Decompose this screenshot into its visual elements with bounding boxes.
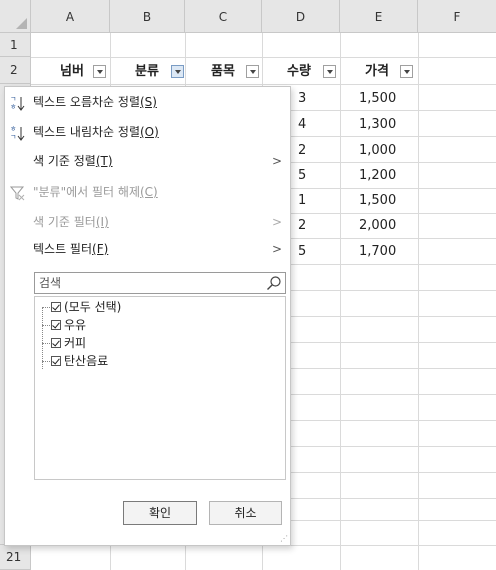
price-cell[interactable]: 1,000: [359, 139, 396, 162]
filter-values-list[interactable]: (모두 선택) 우유 커피 탄산음료: [34, 296, 286, 480]
svg-text:ㅎ: ㅎ: [10, 125, 16, 133]
filter-option-select-all[interactable]: (모두 선택): [51, 298, 121, 316]
tree-connector: [42, 307, 50, 308]
price-cell[interactable]: 1,500: [359, 189, 396, 212]
autofilter-dropdown-menu: ㄱㅎ 텍스트 오름차순 정렬(S) ㅎㄱ 텍스트 내림차순 정렬(O) 색 기준…: [4, 86, 291, 546]
quantity-cell[interactable]: 4: [298, 113, 306, 136]
clear-filter-icon: [9, 179, 26, 205]
menu-item-sort-descending[interactable]: ㅎㄱ 텍스트 내림차순 정렬(O): [5, 119, 290, 145]
column-header-b[interactable]: B: [110, 0, 185, 33]
svg-text:ㄱ: ㄱ: [10, 95, 16, 103]
filter-dropdown-button-a[interactable]: [93, 65, 106, 78]
price-cell[interactable]: 2,000: [359, 214, 396, 237]
row-header-2[interactable]: 2: [0, 57, 31, 84]
column-header-d[interactable]: D: [262, 0, 340, 33]
gridline: [31, 84, 496, 85]
quantity-cell[interactable]: 2: [298, 139, 306, 162]
search-icon: [266, 275, 282, 291]
svg-text:ㅎ: ㅎ: [10, 103, 16, 111]
column-header-f[interactable]: F: [418, 0, 496, 33]
search-placeholder: 검색: [39, 276, 62, 290]
svg-text:ㄱ: ㄱ: [10, 133, 16, 141]
submenu-arrow-icon: >: [271, 154, 282, 168]
access-key: (C): [140, 185, 158, 199]
column-header-a[interactable]: A: [31, 0, 110, 33]
menu-item-sort-ascending[interactable]: ㄱㅎ 텍스트 오름차순 정렬(S): [5, 89, 290, 115]
tree-connector: [42, 325, 50, 326]
header-cell-quantity[interactable]: 수량: [287, 60, 311, 83]
header-cell-price[interactable]: 가격: [365, 60, 389, 83]
sort-descending-icon: ㅎㄱ: [10, 119, 26, 145]
checkbox-checked-icon[interactable]: [51, 338, 61, 348]
tree-connector: [42, 343, 50, 344]
quantity-cell[interactable]: 2: [298, 214, 306, 237]
select-all-triangle-icon: [16, 18, 27, 29]
row-header-1[interactable]: 1: [0, 33, 31, 57]
cancel-button[interactable]: 취소: [209, 501, 282, 525]
filter-option[interactable]: 커피: [51, 334, 86, 352]
resize-grip-icon[interactable]: ⋰: [280, 534, 288, 543]
menu-item-sort-by-color[interactable]: 색 기준 정렬(T) >: [5, 148, 290, 174]
tree-connector: [42, 361, 50, 362]
row-header-21[interactable]: 21: [0, 545, 31, 570]
quantity-cell[interactable]: 1: [298, 189, 306, 212]
checkbox-checked-icon[interactable]: [51, 356, 61, 366]
quantity-cell[interactable]: 5: [298, 164, 306, 187]
filter-dropdown-button-d[interactable]: [323, 65, 336, 78]
menu-item-label: 텍스트 필터: [33, 242, 93, 256]
menu-item-label: 텍스트 내림차순 정렬: [33, 125, 140, 139]
header-cell-category[interactable]: 분류: [135, 60, 159, 83]
select-all-corner[interactable]: [0, 0, 31, 33]
menu-item-clear-filter[interactable]: "분류"에서 필터 해제(C): [5, 179, 290, 205]
ok-button[interactable]: 확인: [123, 501, 197, 525]
search-input[interactable]: 검색: [34, 272, 286, 294]
quantity-cell[interactable]: 5: [298, 240, 306, 263]
filter-option-label: 커피: [64, 336, 87, 350]
filter-dropdown-button-b[interactable]: [171, 65, 184, 78]
price-cell[interactable]: 1,700: [359, 240, 396, 263]
gridline: [418, 33, 419, 570]
quantity-cell[interactable]: 3: [298, 87, 306, 110]
checkbox-checked-icon[interactable]: [51, 320, 61, 330]
menu-item-filter-by-color[interactable]: 색 기준 필터(I) >: [5, 209, 290, 235]
menu-item-label: 텍스트 오름차순 정렬: [33, 95, 140, 109]
header-cell-item[interactable]: 품목: [211, 60, 235, 83]
price-cell[interactable]: 1,500: [359, 87, 396, 110]
access-key: (T): [95, 154, 113, 168]
access-key: (F): [92, 242, 109, 256]
price-cell[interactable]: 1,300: [359, 113, 396, 136]
submenu-arrow-icon: >: [271, 215, 282, 229]
menu-item-label: 색 기준 정렬: [33, 154, 96, 168]
filter-option[interactable]: 탄산음료: [51, 352, 108, 370]
column-header-c[interactable]: C: [185, 0, 262, 33]
gridline: [340, 33, 341, 570]
menu-item-label: 색 기준 필터: [33, 215, 96, 229]
column-header-e[interactable]: E: [340, 0, 418, 33]
access-key: (I): [95, 215, 109, 229]
filter-dropdown-button-e[interactable]: [400, 65, 413, 78]
header-cell-number[interactable]: 넘버: [60, 60, 84, 83]
gridline: [31, 57, 496, 58]
filter-option-label: 탄산음료: [64, 354, 109, 368]
checkbox-checked-icon[interactable]: [51, 302, 61, 312]
access-key: (S): [140, 95, 157, 109]
tree-connector: [42, 307, 43, 369]
submenu-arrow-icon: >: [271, 242, 282, 256]
filter-dropdown-button-c[interactable]: [246, 65, 259, 78]
filter-option-label: 우유: [64, 318, 87, 332]
access-key: (O): [140, 125, 159, 139]
menu-item-text-filters[interactable]: 텍스트 필터(F) >: [5, 236, 290, 262]
filter-option[interactable]: 우유: [51, 316, 86, 334]
price-cell[interactable]: 1,200: [359, 164, 396, 187]
filter-option-label: (모두 선택): [64, 300, 122, 314]
sort-ascending-icon: ㄱㅎ: [10, 89, 26, 115]
menu-item-label: "분류"에서 필터 해제: [33, 185, 140, 199]
